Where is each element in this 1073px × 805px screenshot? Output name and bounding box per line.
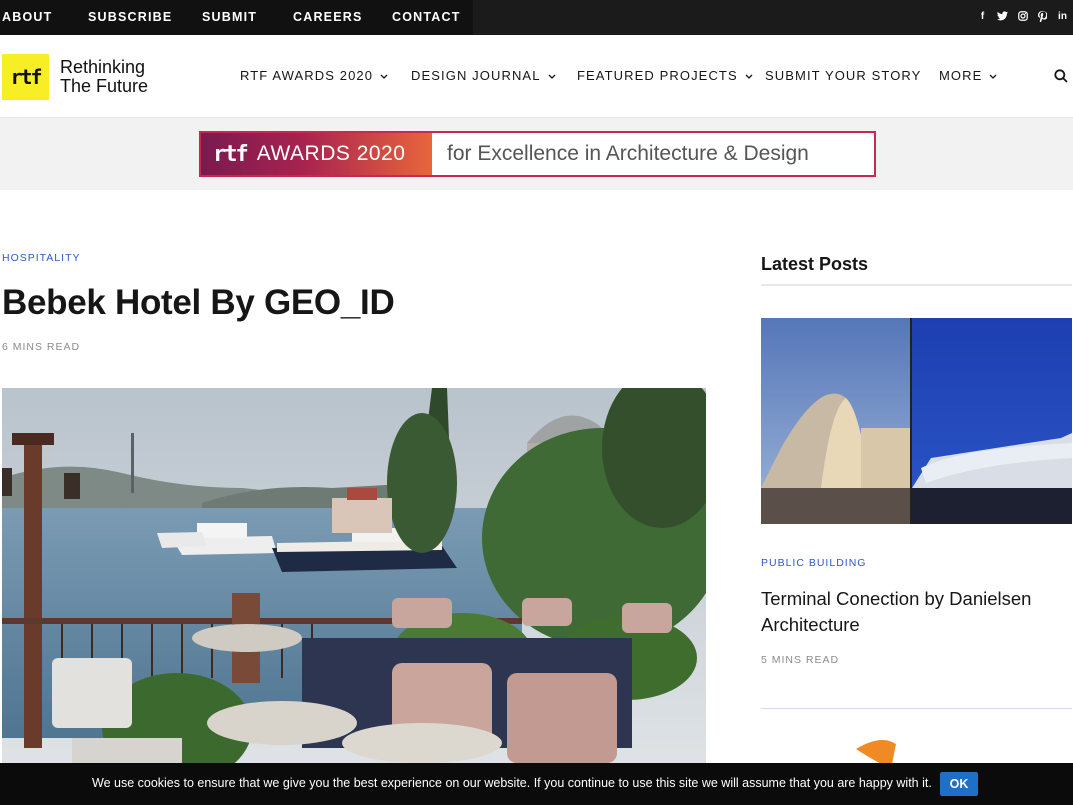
nav-label: MORE: [939, 68, 983, 83]
cookie-ok-button[interactable]: OK: [940, 772, 978, 796]
instagram-icon[interactable]: [1017, 9, 1028, 23]
nav-featured-projects[interactable]: FEATURED PROJECTS: [577, 68, 753, 83]
nav-label: FEATURED PROJECTS: [577, 68, 738, 83]
social-links: f in: [977, 9, 1068, 23]
sidebar-heading: Latest Posts: [761, 254, 869, 274]
article-hero-image: [2, 388, 706, 768]
top-nav-careers[interactable]: CAREERS: [293, 10, 363, 24]
ad-area: rtf AWARDS 2020 for Excellence in Archit…: [0, 118, 1073, 190]
nav-submit-your-story[interactable]: SUBMIT YOUR STORY: [765, 68, 921, 83]
article-title: Bebek Hotel By GEO_ID: [2, 283, 395, 322]
pinterest-icon[interactable]: [1037, 9, 1048, 23]
top-nav: ABOUT SUBSCRIBE SUBMIT CAREERS CONTACT: [0, 0, 473, 35]
linkedin-icon[interactable]: in: [1057, 9, 1068, 23]
sidebar-divider: [761, 284, 1072, 286]
facebook-icon[interactable]: f: [977, 9, 988, 23]
top-bar: ABOUT SUBSCRIBE SUBMIT CAREERS CONTACT f…: [0, 0, 1073, 35]
top-nav-submit[interactable]: SUBMIT: [202, 10, 257, 24]
cookie-message: We use cookies to ensure that we give yo…: [92, 776, 932, 790]
logo-line-1: Rethinking: [60, 57, 146, 77]
nav-label: RTF AWARDS 2020: [240, 68, 374, 83]
chevron-down-icon: [380, 71, 388, 81]
sidebar-post-category[interactable]: PUBLIC BUILDING: [761, 557, 866, 569]
nav-label: DESIGN JOURNAL: [411, 68, 541, 83]
article-read-time: 6 MINS READ: [2, 341, 81, 353]
twitter-icon[interactable]: [997, 9, 1008, 23]
sidebar-post-image[interactable]: [761, 318, 1072, 524]
logo[interactable]: rtf: [2, 54, 49, 100]
banner-logo: rtf: [213, 141, 249, 167]
chevron-down-icon: [745, 71, 753, 81]
chevron-down-icon: [989, 71, 997, 81]
logo-line-2: The Future: [60, 76, 149, 96]
banner-logo-block: rtf AWARDS 2020: [201, 133, 432, 175]
awards-banner[interactable]: rtf AWARDS 2020 for Excellence in Archit…: [199, 131, 876, 177]
top-nav-about[interactable]: ABOUT: [2, 10, 52, 24]
top-nav-contact[interactable]: CONTACT: [392, 10, 461, 24]
banner-awards-text: AWARDS 2020: [256, 142, 406, 165]
nav-more[interactable]: MORE: [939, 68, 997, 83]
search-icon[interactable]: [1054, 69, 1068, 83]
nav-design-journal[interactable]: DESIGN JOURNAL: [411, 68, 556, 83]
banner-tagline: for Excellence in Architecture & Design: [447, 142, 809, 165]
nav-rtf-awards-2020[interactable]: RTF AWARDS 2020: [240, 68, 388, 83]
nav-label: SUBMIT YOUR STORY: [765, 68, 922, 83]
article-category[interactable]: HOSPITALITY: [2, 252, 81, 264]
logo-text[interactable]: Rethinking The Future: [60, 58, 148, 96]
sidebar-post-read-time: 5 MINS READ: [761, 654, 840, 666]
top-nav-subscribe[interactable]: SUBSCRIBE: [88, 10, 172, 24]
site-header: rtf Rethinking The Future RTF AWARDS 202…: [0, 35, 1073, 118]
chevron-down-icon: [548, 71, 556, 81]
sidebar-post-title[interactable]: Terminal Conection by Danielsen Architec…: [761, 586, 1061, 638]
cookie-bar: We use cookies to ensure that we give yo…: [0, 763, 1073, 805]
